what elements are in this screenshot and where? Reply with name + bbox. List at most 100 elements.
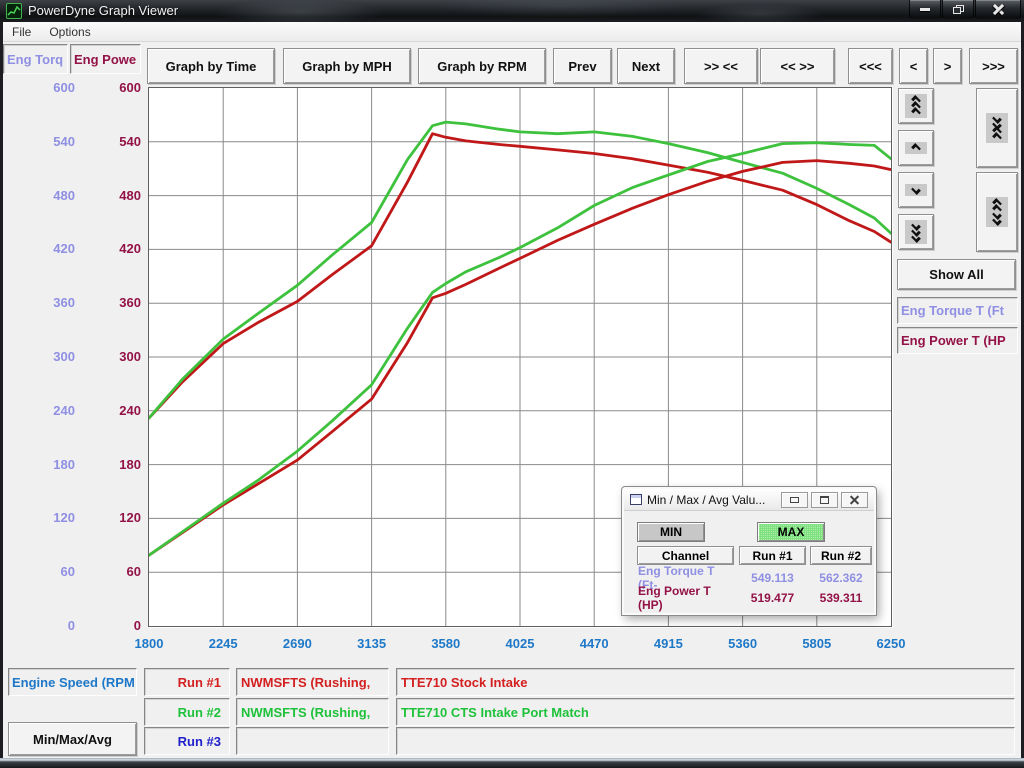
- power-axis-tick: 240: [88, 403, 141, 419]
- min-toggle-button[interactable]: MIN: [637, 522, 705, 542]
- y-channel-power-box[interactable]: Eng Power T (HP: [897, 327, 1018, 354]
- run-file-1[interactable]: NWMSFTS (Rushing,: [236, 668, 389, 696]
- rpm-axis-tick: 1800: [117, 636, 181, 652]
- dialog-restore-button[interactable]: [811, 492, 838, 508]
- window-controls: [908, 0, 1021, 19]
- power-axis-tick: 480: [88, 188, 141, 204]
- power-axis-tick: 120: [88, 510, 141, 526]
- x-axis-channel-box[interactable]: Engine Speed (RPM: [8, 668, 137, 696]
- scale-up-button[interactable]: [898, 130, 934, 166]
- dialog-minimize-button[interactable]: [781, 492, 808, 508]
- rpm-axis-tick: 4025: [488, 636, 552, 652]
- menu-bar: FileOptions: [3, 22, 1021, 42]
- app-window: PowerDyne Graph Viewer FileOptions Eng T…: [0, 0, 1024, 768]
- rpm-axis-tick: 2690: [265, 636, 329, 652]
- rpm-axis-tick: 3135: [340, 636, 404, 652]
- x-channel-torque-box[interactable]: Eng Torq: [3, 44, 68, 74]
- minmax-row-run1-value: 549.113: [739, 569, 806, 586]
- dialog-form-icon: [630, 494, 642, 505]
- dialog-restore-icon: [820, 496, 829, 504]
- window-border-bottom[interactable]: [0, 758, 1024, 768]
- minimize-button[interactable]: [909, 0, 941, 19]
- toolbar-button-graph-by-mph[interactable]: Graph by MPH: [283, 48, 411, 84]
- rpm-axis-tick: 5360: [711, 636, 775, 652]
- x-axis-channel-label: Engine Speed (RPM: [12, 675, 135, 690]
- window-border-left: [0, 22, 3, 758]
- toolbar-button-next[interactable]: Next: [617, 48, 675, 84]
- power-axis-channel-label: Eng Power T (HP: [901, 333, 1006, 348]
- power-axis-tick: 360: [88, 295, 141, 311]
- toolbar-button-[interactable]: >: [933, 48, 962, 84]
- toolbar-button-prev[interactable]: Prev: [553, 48, 612, 84]
- power-axis-tick: 300: [88, 349, 141, 365]
- minmax-dialog-titlebar[interactable]: Min / Max / Avg Valu...: [624, 489, 874, 511]
- toolbar-button-[interactable]: >> <<: [684, 48, 758, 84]
- run-description-2[interactable]: TTE710 CTS Intake Port Match: [396, 698, 1015, 726]
- scale-down-fast-button[interactable]: [898, 214, 934, 250]
- torque-axis-tick: 0: [23, 618, 75, 634]
- power-axis-tick: 420: [88, 241, 141, 257]
- chevrons-outward-icon: [986, 197, 1008, 227]
- min-toggle-label: MIN: [660, 525, 682, 539]
- minmax-column-header-run-2[interactable]: Run #2: [810, 546, 872, 565]
- triple-chevron-up-icon: [905, 94, 927, 118]
- minmax-dialog[interactable]: Min / Max / Avg Valu... MIN MAX Channel R…: [622, 487, 876, 615]
- show-all-button[interactable]: Show All: [897, 259, 1016, 290]
- scale-up-fast-button[interactable]: [898, 88, 934, 124]
- toolbar-button-[interactable]: << >>: [760, 48, 835, 84]
- rpm-axis-tick: 5805: [785, 636, 849, 652]
- torque-axis-tick: 540: [23, 134, 75, 150]
- range-compress-button[interactable]: [976, 88, 1018, 168]
- app-icon: [6, 3, 22, 19]
- title-bar[interactable]: PowerDyne Graph Viewer: [0, 0, 1024, 22]
- torque-axis-tick: 600: [23, 80, 75, 96]
- rpm-axis-tick: 4470: [562, 636, 626, 652]
- toolbar-button-[interactable]: <: [899, 48, 928, 84]
- toolbar-button-graph-by-rpm[interactable]: Graph by RPM: [418, 48, 546, 84]
- menu-file[interactable]: File: [3, 23, 40, 41]
- dialog-close-button[interactable]: [841, 492, 868, 508]
- minmaxavg-button[interactable]: Min/Max/Avg: [8, 722, 137, 756]
- chevron-up-icon: [905, 142, 927, 154]
- rpm-axis-tick: 6250: [859, 636, 923, 652]
- rpm-axis-tick: 2245: [191, 636, 255, 652]
- torque-axis-tick: 360: [23, 295, 75, 311]
- minmax-row-run2-value: 562.362: [810, 569, 872, 586]
- x-channel-power-box[interactable]: Eng Powe: [70, 44, 141, 74]
- minmaxavg-label: Min/Max/Avg: [33, 732, 112, 747]
- maximize-button[interactable]: [942, 0, 974, 19]
- minmax-column-header-run-1[interactable]: Run #1: [739, 546, 806, 565]
- maximize-icon: [953, 5, 964, 14]
- torque-channel-label: Eng Torq: [7, 52, 63, 67]
- minmax-dialog-title: Min / Max / Avg Valu...: [647, 493, 765, 507]
- chevrons-inward-icon: [986, 113, 1008, 143]
- power-axis-tick: 600: [88, 80, 141, 96]
- minmax-column-header-channel[interactable]: Channel: [637, 546, 734, 565]
- run-description-1[interactable]: TTE710 Stock Intake: [396, 668, 1015, 696]
- run-label-1[interactable]: Run #1: [144, 668, 230, 696]
- minmax-row-channel: Eng Power T (HP): [638, 589, 734, 606]
- close-button[interactable]: [975, 0, 1021, 19]
- run-description-3[interactable]: [396, 727, 1015, 755]
- toolbar-button-[interactable]: >>>: [969, 48, 1018, 84]
- y-channel-torque-box[interactable]: Eng Torque T (Ft: [897, 297, 1018, 324]
- toolbar-button-graph-by-time[interactable]: Graph by Time: [147, 48, 275, 84]
- power-axis-tick: 540: [88, 134, 141, 150]
- run-file-3[interactable]: [236, 727, 389, 755]
- run-file-2[interactable]: NWMSFTS (Rushing,: [236, 698, 389, 726]
- max-toggle-button[interactable]: MAX: [757, 522, 825, 542]
- scale-down-button[interactable]: [898, 172, 934, 208]
- torque-axis-tick: 180: [23, 457, 75, 473]
- chevron-down-icon: [905, 184, 927, 196]
- torque-axis-tick: 420: [23, 241, 75, 257]
- minmax-row-run2-value: 539.311: [810, 589, 872, 606]
- minimize-icon: [920, 8, 930, 11]
- run-label-3[interactable]: Run #3: [144, 727, 230, 755]
- dialog-minimize-icon: [790, 497, 799, 503]
- menu-options[interactable]: Options: [40, 23, 99, 41]
- toolbar-button-[interactable]: <<<: [848, 48, 893, 84]
- max-toggle-label: MAX: [778, 525, 805, 539]
- range-expand-button[interactable]: [976, 172, 1018, 252]
- run-label-2[interactable]: Run #2: [144, 698, 230, 726]
- triple-chevron-down-icon: [905, 220, 927, 244]
